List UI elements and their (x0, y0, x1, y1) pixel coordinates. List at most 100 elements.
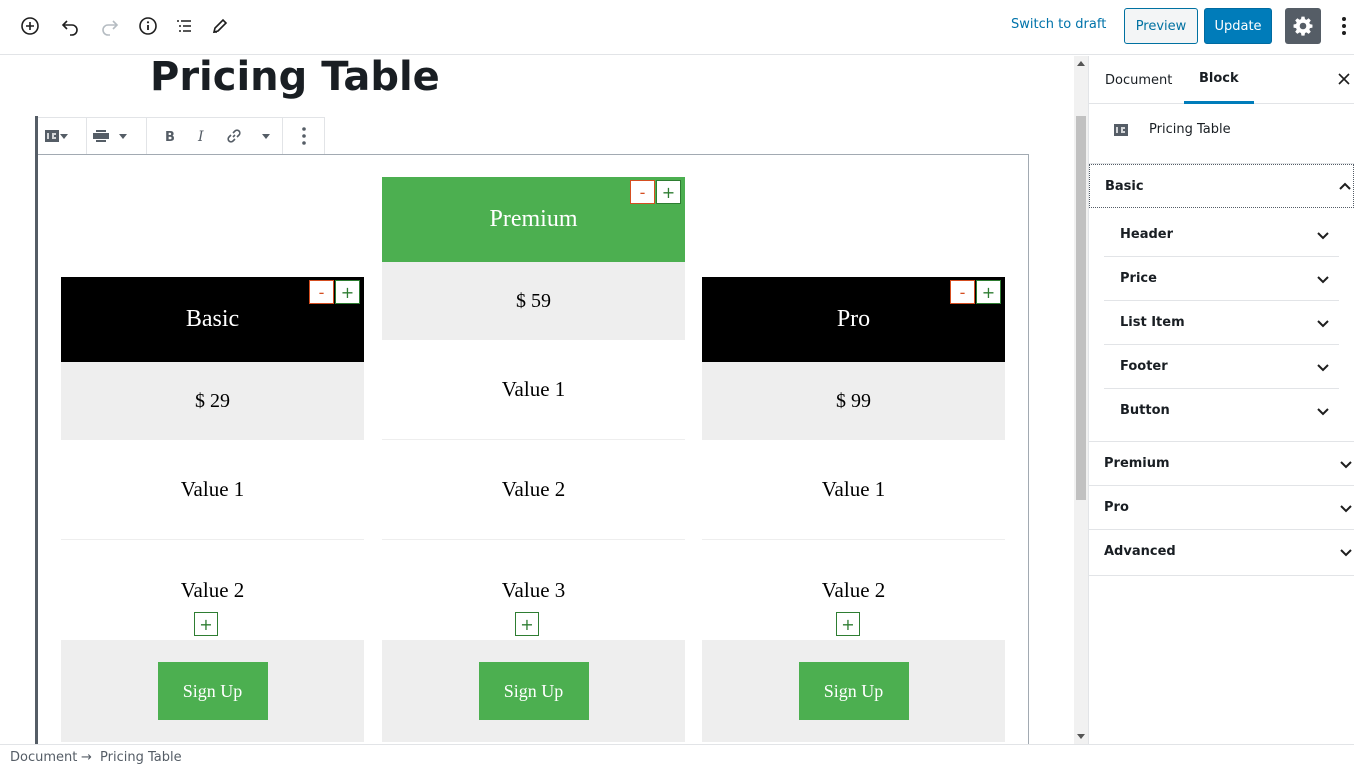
add-block-icon[interactable] (16, 12, 44, 40)
subpanel-list-item[interactable]: List Item (1104, 301, 1339, 345)
list-item[interactable]: Value 2 + (61, 540, 364, 640)
edit-pencil-icon[interactable] (206, 12, 234, 40)
panel-pro[interactable]: Pro (1089, 486, 1354, 530)
align-button[interactable] (92, 122, 127, 150)
info-icon[interactable] (134, 12, 162, 40)
panel-premium-title: Premium (1104, 456, 1170, 471)
settings-button[interactable] (1285, 8, 1321, 44)
block-breadcrumb: Document → Pricing Table (0, 744, 1354, 769)
editor-canvas: Pricing Table B I Basic - + $ 29 Value 1… (0, 56, 1074, 744)
chevron-down-icon (1317, 232, 1329, 240)
list-item[interactable]: Value 1 (61, 440, 364, 540)
sign-up-button[interactable]: Sign Up (798, 662, 909, 720)
editor-scrollbar[interactable] (1074, 56, 1088, 744)
chevron-up-icon (1339, 182, 1351, 190)
pricing-column-pro: Pro - + $ 99 Value 1 Value 2 + Sign Up (702, 277, 1005, 742)
chevron-down-icon (1317, 276, 1329, 284)
undo-icon[interactable] (56, 12, 84, 40)
remove-column-button[interactable]: - (309, 280, 334, 304)
list-item[interactable]: Value 2 + (702, 540, 1005, 640)
add-column-button[interactable]: + (335, 280, 360, 304)
caret-down-icon (262, 134, 271, 139)
formatting-group: B I (147, 118, 284, 154)
update-button[interactable]: Update (1204, 8, 1272, 44)
sidebar-tabs: Document Block (1089, 56, 1354, 104)
column-header[interactable]: Premium - + (382, 177, 685, 262)
post-title[interactable]: Pricing Table (150, 56, 440, 100)
scroll-up-arrow[interactable] (1077, 61, 1085, 66)
subpanel-header[interactable]: Header (1104, 213, 1339, 257)
outline-icon[interactable] (170, 12, 198, 40)
breadcrumb-document[interactable]: Document (10, 750, 77, 765)
redo-icon[interactable] (96, 12, 124, 40)
bold-button[interactable]: B (159, 122, 181, 150)
vertical-ellipsis-icon (1342, 17, 1346, 35)
column-price[interactable]: $ 59 (382, 262, 685, 340)
subpanel-title: List Item (1120, 315, 1185, 330)
add-list-item-button[interactable]: + (836, 612, 860, 636)
subpanel-footer[interactable]: Footer (1104, 345, 1339, 389)
more-options-button[interactable] (1334, 12, 1354, 40)
panel-premium[interactable]: Premium (1089, 442, 1354, 486)
list-item[interactable]: Value 2 (382, 440, 685, 540)
block-more-options-button[interactable] (293, 122, 315, 150)
alignment-group (87, 118, 148, 154)
italic-button[interactable]: I (191, 122, 213, 150)
block-card-title: Pricing Table (1149, 122, 1231, 137)
panel-advanced-title: Advanced (1104, 544, 1176, 559)
add-column-button[interactable]: + (976, 280, 1001, 304)
block-options-group (283, 118, 324, 154)
remove-column-button[interactable]: - (630, 180, 655, 204)
chevron-down-icon (1317, 408, 1329, 416)
add-list-item-button[interactable]: + (194, 612, 218, 636)
sign-up-button[interactable]: Sign Up (478, 662, 589, 720)
subpanel-button[interactable]: Button (1104, 389, 1339, 433)
add-list-item-button[interactable]: + (515, 612, 539, 636)
column-header[interactable]: Basic - + (61, 277, 364, 362)
column-price[interactable]: $ 29 (61, 362, 364, 440)
tab-block[interactable]: Block (1184, 56, 1254, 104)
settings-sidebar: Document Block Pricing Table Basic Heade… (1088, 56, 1354, 744)
column-footer: Sign Up (61, 640, 364, 742)
remove-column-button[interactable]: - (950, 280, 975, 304)
link-button[interactable] (223, 122, 245, 150)
pricing-column-basic: Basic - + $ 29 Value 1 Value 2 + Sign Up (61, 277, 364, 742)
list-item[interactable]: Value 3 + (382, 540, 685, 640)
subpanel-price[interactable]: Price (1104, 257, 1339, 301)
sign-up-button[interactable]: Sign Up (157, 662, 268, 720)
column-header[interactable]: Pro - + (702, 277, 1005, 362)
panel-advanced[interactable]: Advanced (1089, 530, 1354, 576)
panel-pro-title: Pro (1104, 500, 1129, 515)
column-header-title: Premium (489, 206, 578, 232)
add-column-button[interactable]: + (656, 180, 681, 204)
block-type-button[interactable] (44, 122, 68, 150)
caret-down-icon (60, 134, 68, 139)
list-item-text: Value 3 (501, 577, 566, 602)
list-item[interactable]: Value 1 (382, 340, 685, 440)
svg-text:I: I (197, 129, 204, 144)
subpanel-title: Header (1120, 227, 1174, 242)
block-switcher-group (38, 118, 87, 154)
panel-basic[interactable]: Basic (1089, 164, 1354, 208)
subpanel-title: Button (1120, 403, 1170, 418)
column-footer: Sign Up (382, 640, 685, 742)
vertical-ellipsis-icon (301, 127, 306, 145)
block-toolbar: B I (38, 117, 325, 155)
breadcrumb-current[interactable]: Pricing Table (100, 750, 182, 765)
panel-basic-title: Basic (1105, 179, 1144, 194)
list-item-text: Value 2 (821, 577, 886, 602)
block-card: Pricing Table (1089, 104, 1354, 164)
list-item[interactable]: Value 1 (702, 440, 1005, 540)
tab-document[interactable]: Document (1105, 56, 1172, 104)
pricing-table-icon (1114, 124, 1128, 136)
preview-button[interactable]: Preview (1124, 8, 1198, 44)
gear-icon (1293, 16, 1313, 36)
close-sidebar-button[interactable] (1335, 70, 1353, 88)
svg-text:B: B (165, 130, 175, 144)
more-formatting-button[interactable] (255, 122, 277, 150)
switch-to-draft-button[interactable]: Switch to draft (1011, 17, 1106, 32)
scroll-down-arrow[interactable] (1077, 734, 1085, 739)
column-price[interactable]: $ 99 (702, 362, 1005, 440)
chevron-down-icon (1340, 461, 1352, 469)
scroll-thumb[interactable] (1076, 116, 1086, 500)
